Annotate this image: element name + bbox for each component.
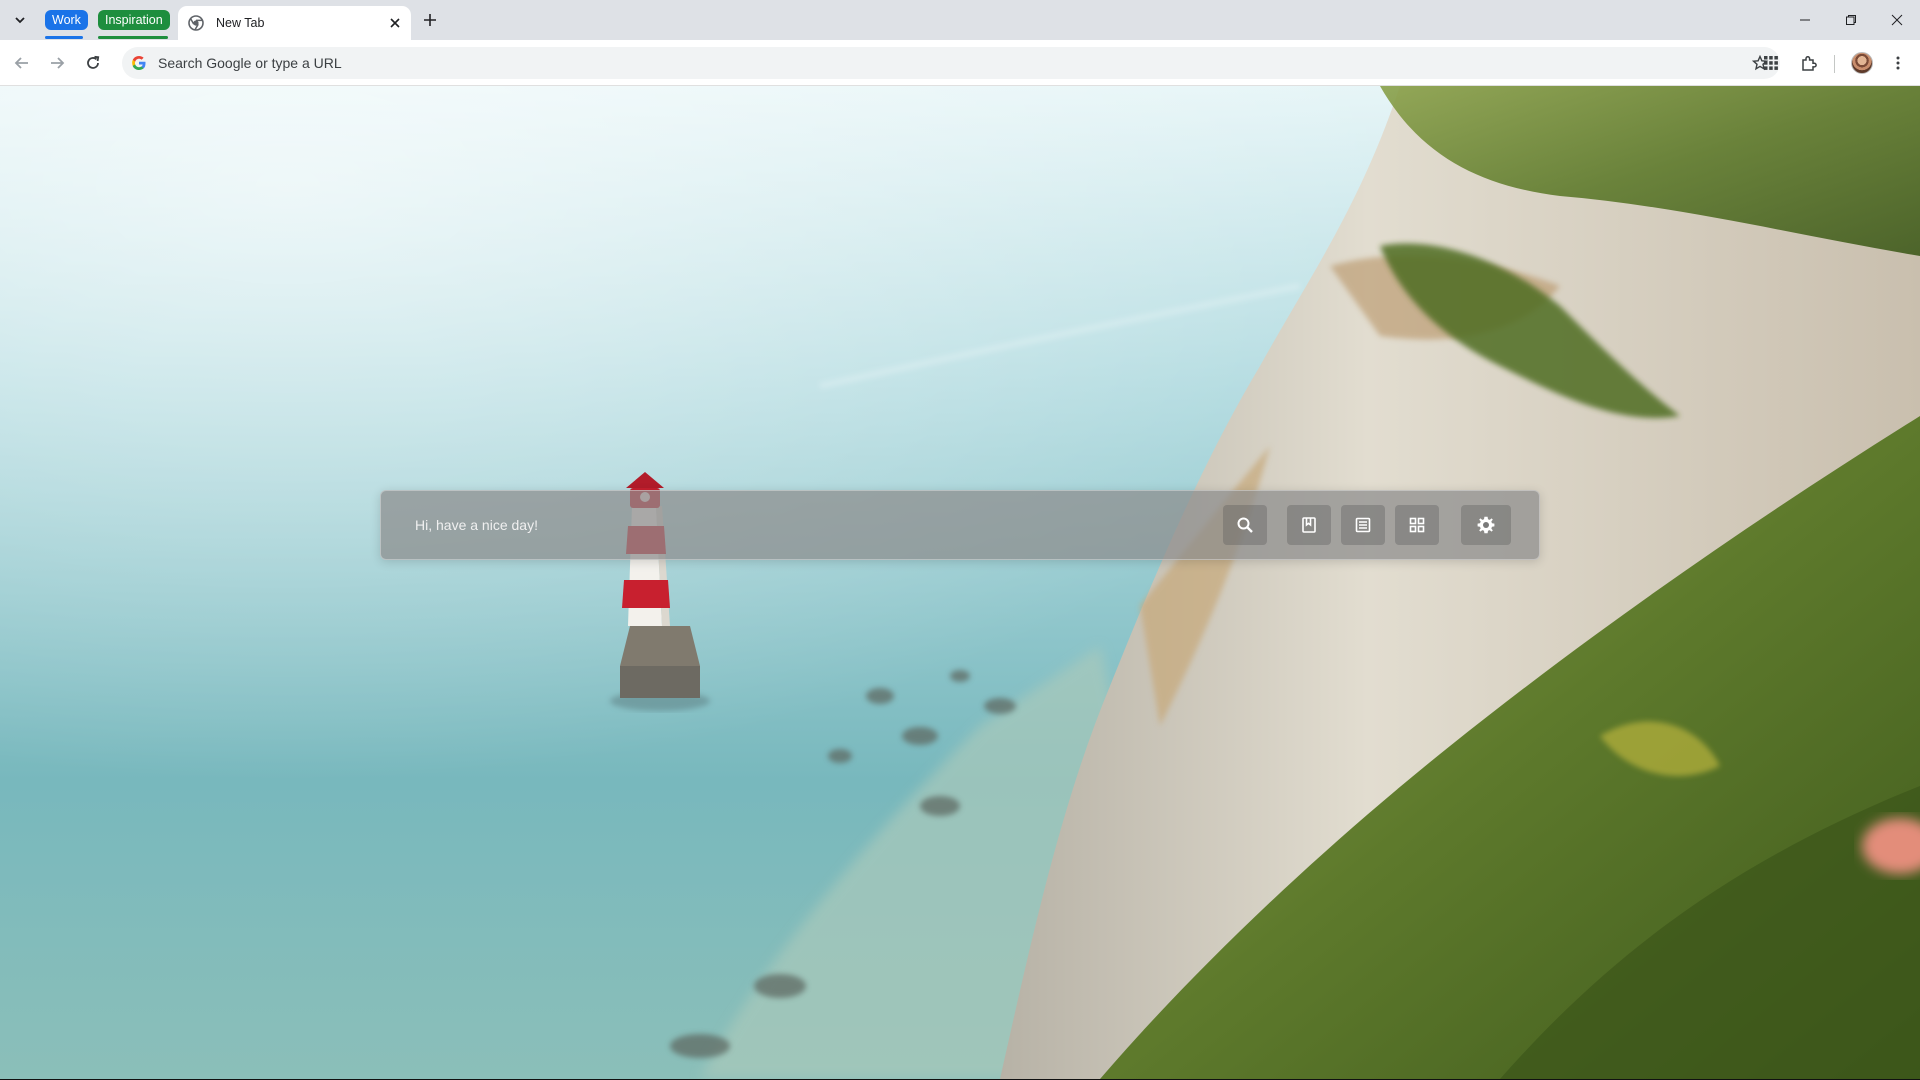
omnibox-input[interactable] <box>158 55 1746 71</box>
apps-grid-icon <box>1409 517 1425 533</box>
toolbar-separator <box>1834 55 1835 73</box>
restore-icon <box>1846 15 1856 25</box>
greeting-search-input[interactable] <box>415 517 1185 533</box>
widget-search-button[interactable] <box>1223 505 1267 545</box>
widget-apps-button[interactable] <box>1395 505 1439 545</box>
profile-avatar <box>1851 52 1873 74</box>
minimize-icon <box>1800 19 1810 21</box>
tab-search-button[interactable] <box>8 8 32 32</box>
apps-grid-icon <box>1764 56 1778 70</box>
gear-icon <box>1477 516 1495 534</box>
reload-button[interactable] <box>79 49 107 77</box>
widget-bookmarks-button[interactable] <box>1287 505 1331 545</box>
background-wallpaper <box>0 86 1920 1079</box>
extensions-icon <box>1802 55 1817 71</box>
extensions-button[interactable] <box>1795 49 1823 77</box>
profile-button[interactable] <box>1848 49 1876 77</box>
window-minimize-button[interactable] <box>1782 0 1828 40</box>
new-tab-page <box>0 86 1920 1079</box>
menu-icon <box>1896 56 1900 70</box>
tab-group-work-underline <box>45 36 83 39</box>
forward-arrow-icon <box>51 57 65 69</box>
bookmark-icon <box>1302 517 1316 533</box>
window-close-button[interactable] <box>1874 0 1920 40</box>
tab-group-inspiration-underline <box>98 36 168 39</box>
reload-icon <box>87 55 100 69</box>
tab-group-work[interactable]: Work <box>45 10 88 30</box>
tab-group-inspiration[interactable]: Inspiration <box>98 10 170 30</box>
start-page-widget-bar <box>380 490 1540 560</box>
new-tab-button[interactable] <box>418 8 442 32</box>
tab-strip: Work Inspiration New Tab <box>0 0 1920 40</box>
back-arrow-icon <box>14 57 28 69</box>
browser-menu-button[interactable] <box>1884 49 1912 77</box>
chevron-down-icon <box>15 17 25 24</box>
close-icon <box>390 18 400 28</box>
forward-button[interactable] <box>43 49 71 77</box>
close-icon <box>1891 14 1903 26</box>
window-restore-button[interactable] <box>1828 0 1874 40</box>
search-icon <box>1237 517 1253 533</box>
widget-settings-button[interactable] <box>1461 505 1511 545</box>
chrome-icon <box>188 15 204 31</box>
tab-close-button[interactable] <box>385 13 405 33</box>
widget-reader-button[interactable] <box>1341 505 1385 545</box>
browser-toolbar <box>0 40 1920 86</box>
google-g-icon <box>130 54 148 72</box>
tab-title: New Tab <box>216 16 265 30</box>
plus-icon <box>424 14 436 26</box>
reader-icon <box>1355 517 1371 533</box>
omnibox[interactable] <box>122 47 1780 79</box>
tab-new-tab[interactable]: New Tab <box>178 6 411 40</box>
back-button[interactable] <box>8 49 36 77</box>
apps-button[interactable] <box>1757 49 1785 77</box>
